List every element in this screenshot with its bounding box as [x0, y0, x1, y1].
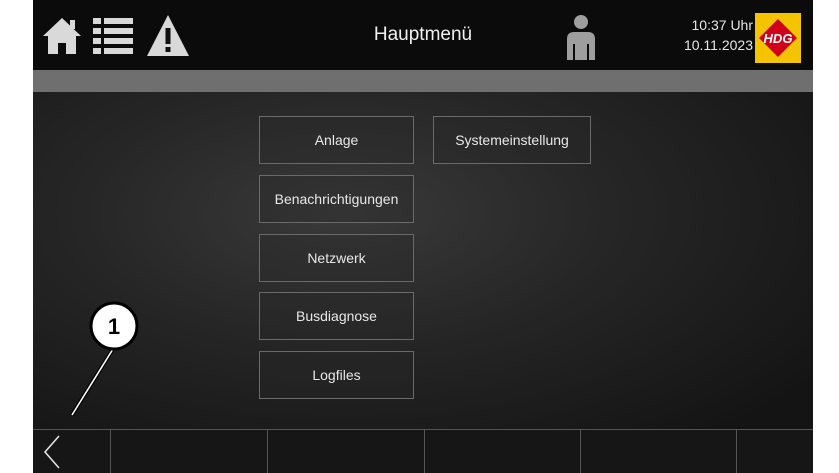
warning-icon	[147, 15, 189, 56]
bottom-slot-4[interactable]	[581, 430, 737, 473]
status-bar	[33, 70, 813, 92]
bottom-slot-3[interactable]	[425, 430, 581, 473]
chevron-left-icon	[43, 435, 60, 469]
date-time-display: 10:37 Uhr 10.11.2023	[633, 15, 753, 55]
user-button[interactable]	[564, 14, 598, 60]
menu-button-label: Netzwerk	[307, 250, 366, 266]
alarm-button[interactable]	[145, 12, 191, 58]
device-screen: Hauptmenü 10:37 Uhr 10.11.2023 HDG Anlag…	[33, 0, 813, 473]
menu-button-logfiles[interactable]: Logfiles	[259, 351, 414, 399]
menu-button-netzwerk[interactable]: Netzwerk	[259, 234, 414, 282]
menu-button-anlage[interactable]: Anlage	[259, 116, 414, 164]
hdg-logo: HDG	[755, 13, 801, 63]
date-label: 10.11.2023	[683, 37, 753, 53]
bottom-slot-1[interactable]	[111, 430, 268, 473]
bottom-slot-2[interactable]	[268, 430, 425, 473]
list-icon	[93, 18, 133, 54]
top-bar: Hauptmenü 10:37 Uhr 10.11.2023 HDG	[33, 0, 813, 70]
back-button[interactable]	[33, 430, 111, 473]
menu-button-label: Benachrichtigungen	[274, 191, 399, 207]
menu-button-label: Logfiles	[312, 367, 361, 383]
menu-list-button[interactable]	[91, 14, 135, 56]
user-icon	[567, 15, 595, 60]
bottom-bar	[33, 429, 813, 473]
home-button[interactable]	[41, 14, 83, 56]
menu-button-label: Busdiagnose	[296, 308, 377, 324]
page-title: Hauptmenü	[373, 24, 473, 45]
menu-button-benachrichtigungen[interactable]: Benachrichtigungen	[259, 175, 414, 223]
menu-button-systemeinstellung[interactable]: Systemeinstellung	[433, 116, 591, 164]
time-label: 10:37 Uhr	[691, 17, 753, 33]
menu-button-label: Anlage	[314, 132, 359, 148]
menu-button-label: Systemeinstellung	[455, 132, 569, 148]
svg-text:HDG: HDG	[764, 31, 793, 46]
home-icon	[43, 18, 81, 54]
menu-button-busdiagnose[interactable]: Busdiagnose	[259, 292, 414, 340]
